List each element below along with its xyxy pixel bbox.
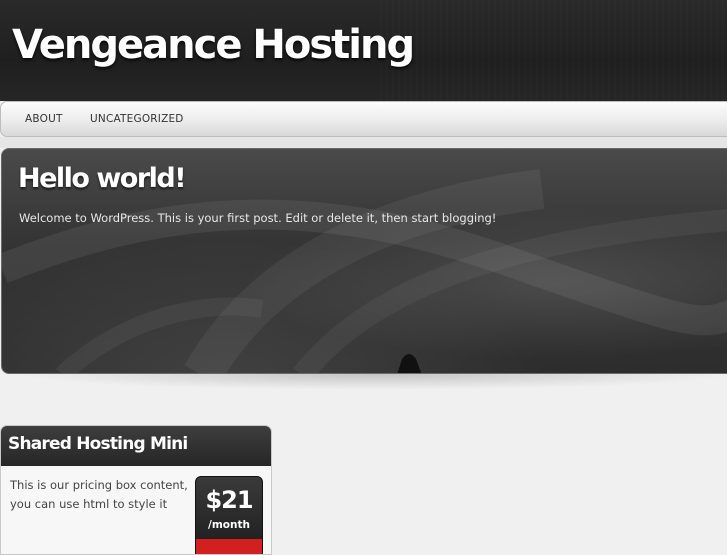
site-title[interactable]: Vengeance Hosting	[12, 22, 415, 68]
nav-divider	[0, 137, 727, 148]
pricing-box: Shared Hosting Mini This is our pricing …	[0, 425, 272, 555]
pricing-box-content: This is our pricing box content, you can…	[10, 478, 188, 511]
post-excerpt: Welcome to WordPress. This is your first…	[19, 211, 497, 225]
pricing-box-title: Shared Hosting Mini	[8, 434, 188, 454]
price-period: /month	[208, 519, 250, 531]
price-accent-strip	[196, 539, 262, 554]
featured-shadow	[10, 374, 727, 390]
price-amount: $21	[205, 486, 253, 514]
pricing-box-header: Shared Hosting Mini	[1, 426, 271, 466]
nav-item-uncategorized[interactable]: UNCATEGORIZED	[90, 113, 184, 125]
main-navigation: ABOUT UNCATEGORIZED	[0, 101, 727, 137]
site-header: Vengeance Hosting	[0, 0, 727, 101]
post-title[interactable]: Hello world!	[18, 163, 187, 194]
nav-item-about[interactable]: ABOUT	[25, 113, 63, 125]
price-badge[interactable]: $21 /month	[195, 476, 263, 554]
featured-post: Hello world! Welcome to WordPress. This …	[1, 148, 727, 374]
